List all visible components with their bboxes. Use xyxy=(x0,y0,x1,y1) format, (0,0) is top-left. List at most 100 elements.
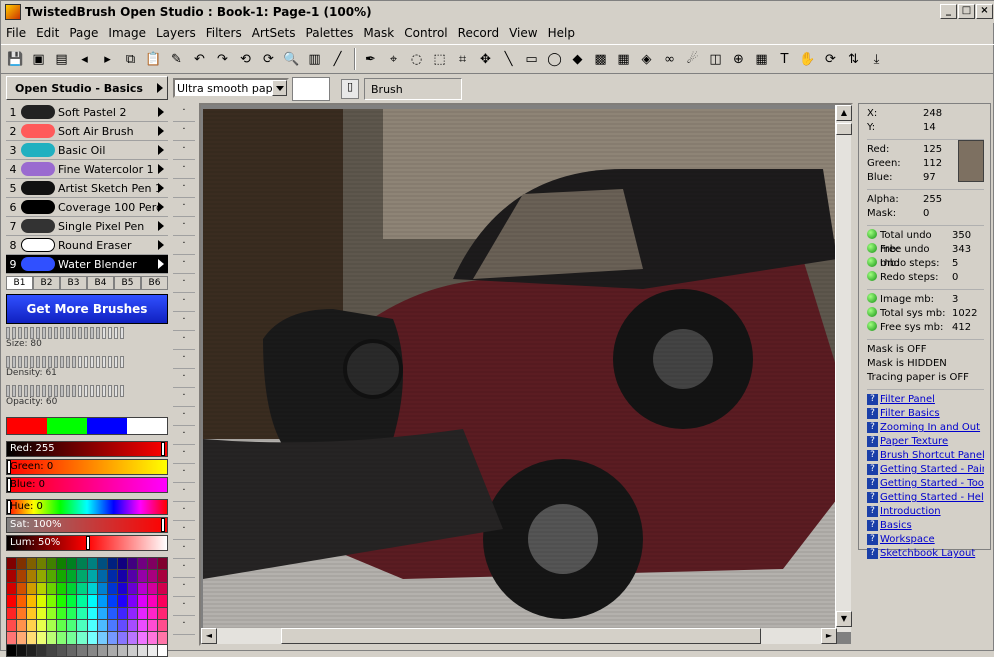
select-icon[interactable]: ⬚ xyxy=(429,49,450,70)
undo-icon[interactable]: ↶ xyxy=(189,49,210,70)
brush-dot[interactable]: · xyxy=(173,122,195,141)
palette-cell[interactable] xyxy=(37,607,47,619)
palette-cell[interactable] xyxy=(157,595,167,607)
brush-icon[interactable]: ✎ xyxy=(166,49,187,70)
palette-cell[interactable] xyxy=(17,558,27,570)
red-channel-knob[interactable] xyxy=(161,442,165,456)
palette-cell[interactable] xyxy=(97,595,107,607)
green-channel-slider[interactable]: Green: 0 xyxy=(6,459,168,475)
help-link[interactable]: ? Getting Started - Tools xyxy=(867,477,984,491)
vertical-scroll-thumb[interactable] xyxy=(836,123,852,135)
hand-icon[interactable]: ✋ xyxy=(797,49,818,70)
palette-cell[interactable] xyxy=(87,632,97,644)
palette-cell[interactable] xyxy=(87,595,97,607)
brush-dot[interactable]: · xyxy=(173,540,195,559)
menu-edit[interactable]: Edit xyxy=(31,26,64,40)
palette-cell[interactable] xyxy=(77,632,87,644)
palette-cell[interactable] xyxy=(17,644,27,656)
palette-cell[interactable] xyxy=(27,595,37,607)
palette-cell[interactable] xyxy=(7,644,17,656)
palette-cell[interactable] xyxy=(147,570,157,582)
chevron-right-icon[interactable] xyxy=(158,202,164,212)
menu-control[interactable]: Control xyxy=(399,26,452,40)
chevron-right-icon[interactable] xyxy=(158,240,164,250)
palette-cell[interactable] xyxy=(57,558,67,570)
palette-cell[interactable] xyxy=(7,582,17,595)
zoom-icon[interactable]: 🔍 xyxy=(281,49,302,70)
pen-icon[interactable]: ✒ xyxy=(360,49,381,70)
palette-cell[interactable] xyxy=(137,558,147,570)
copy-icon[interactable]: ⧉ xyxy=(120,49,141,70)
palette-cell[interactable] xyxy=(127,607,137,619)
hue-knob[interactable] xyxy=(7,500,11,514)
palette-cell[interactable] xyxy=(67,619,77,632)
blue-channel-knob[interactable] xyxy=(7,478,11,492)
palette-cell[interactable] xyxy=(37,619,47,632)
palette-cell[interactable] xyxy=(67,632,77,644)
palette-cell[interactable] xyxy=(97,570,107,582)
palette-cell[interactable] xyxy=(7,595,17,607)
palette-cell[interactable] xyxy=(127,644,137,656)
line-icon[interactable]: ╲ xyxy=(498,49,519,70)
color-palette[interactable] xyxy=(6,557,168,657)
help-link[interactable]: ? Filter Panel xyxy=(867,393,984,407)
menu-filters[interactable]: Filters xyxy=(201,26,247,40)
brush-dot[interactable]: · xyxy=(173,141,195,160)
brush-slot-4[interactable]: 4 Fine Watercolor 1 xyxy=(6,160,168,179)
palette-cell[interactable] xyxy=(97,644,107,656)
next-page-icon[interactable]: ▸ xyxy=(97,49,118,70)
swatch-white[interactable] xyxy=(127,418,167,434)
palette-cell[interactable] xyxy=(157,632,167,644)
hue-slider[interactable]: Hue: 0 xyxy=(6,499,168,515)
brush-slot-3[interactable]: 3 Basic Oil xyxy=(6,141,168,160)
brush-dot[interactable]: · xyxy=(173,464,195,483)
help-link[interactable]: ? Brush Shortcut Panel xyxy=(867,449,984,463)
palette-cell[interactable] xyxy=(147,607,157,619)
brush-slot-2[interactable]: 2 Soft Air Brush xyxy=(6,122,168,141)
palette-cell[interactable] xyxy=(27,607,37,619)
palette-cell[interactable] xyxy=(17,632,27,644)
palette-cell[interactable] xyxy=(117,558,127,570)
palette-cell[interactable] xyxy=(17,607,27,619)
smudge-icon[interactable]: ☄ xyxy=(682,49,703,70)
swatch-blue[interactable] xyxy=(87,418,127,434)
text-icon[interactable]: T xyxy=(774,49,795,70)
brush-dot[interactable]: · xyxy=(173,388,195,407)
palette-cell[interactable] xyxy=(157,644,167,656)
chevron-right-icon[interactable] xyxy=(158,145,164,155)
stroke-icon[interactable]: ╱ xyxy=(327,49,348,70)
palette-cell[interactable] xyxy=(137,607,147,619)
saturation-slider[interactable]: Sat: 100% xyxy=(6,517,168,533)
help-link[interactable]: ? Sketchbook Layout xyxy=(867,547,984,561)
brush-dot[interactable]: · xyxy=(173,312,195,331)
palette-cell[interactable] xyxy=(97,582,107,595)
palette-cell[interactable] xyxy=(27,558,37,570)
minimize-button[interactable]: _ xyxy=(940,4,957,19)
brush-dot[interactable]: · xyxy=(173,426,195,445)
palette-cell[interactable] xyxy=(127,619,137,632)
export-icon[interactable]: ⤓ xyxy=(866,49,887,70)
palette-cell[interactable] xyxy=(87,570,97,582)
palette-cell[interactable] xyxy=(57,632,67,644)
palette-cell[interactable] xyxy=(117,582,127,595)
palette-cell[interactable] xyxy=(127,558,137,570)
palette-cell[interactable] xyxy=(137,595,147,607)
palette-cell[interactable] xyxy=(127,632,137,644)
chevron-right-icon[interactable] xyxy=(158,126,164,136)
palette-cell[interactable] xyxy=(147,558,157,570)
chevron-right-icon[interactable] xyxy=(158,259,164,269)
mouse-icon[interactable]: ▯ xyxy=(341,79,359,99)
palette-cell[interactable] xyxy=(87,607,97,619)
brush-tab-b4[interactable]: B4 xyxy=(87,276,114,290)
palette-cell[interactable] xyxy=(17,595,27,607)
brush-tab-b1[interactable]: B1 xyxy=(6,276,33,290)
palette-cell[interactable] xyxy=(27,632,37,644)
palette-cell[interactable] xyxy=(117,607,127,619)
palette-cell[interactable] xyxy=(47,570,57,582)
help-link[interactable]: ? Filter Basics xyxy=(867,407,984,421)
brush-tab-b5[interactable]: B5 xyxy=(114,276,141,290)
palette-cell[interactable] xyxy=(137,619,147,632)
palette-cell[interactable] xyxy=(7,632,17,644)
palette-cell[interactable] xyxy=(157,607,167,619)
palette-cell[interactable] xyxy=(17,570,27,582)
